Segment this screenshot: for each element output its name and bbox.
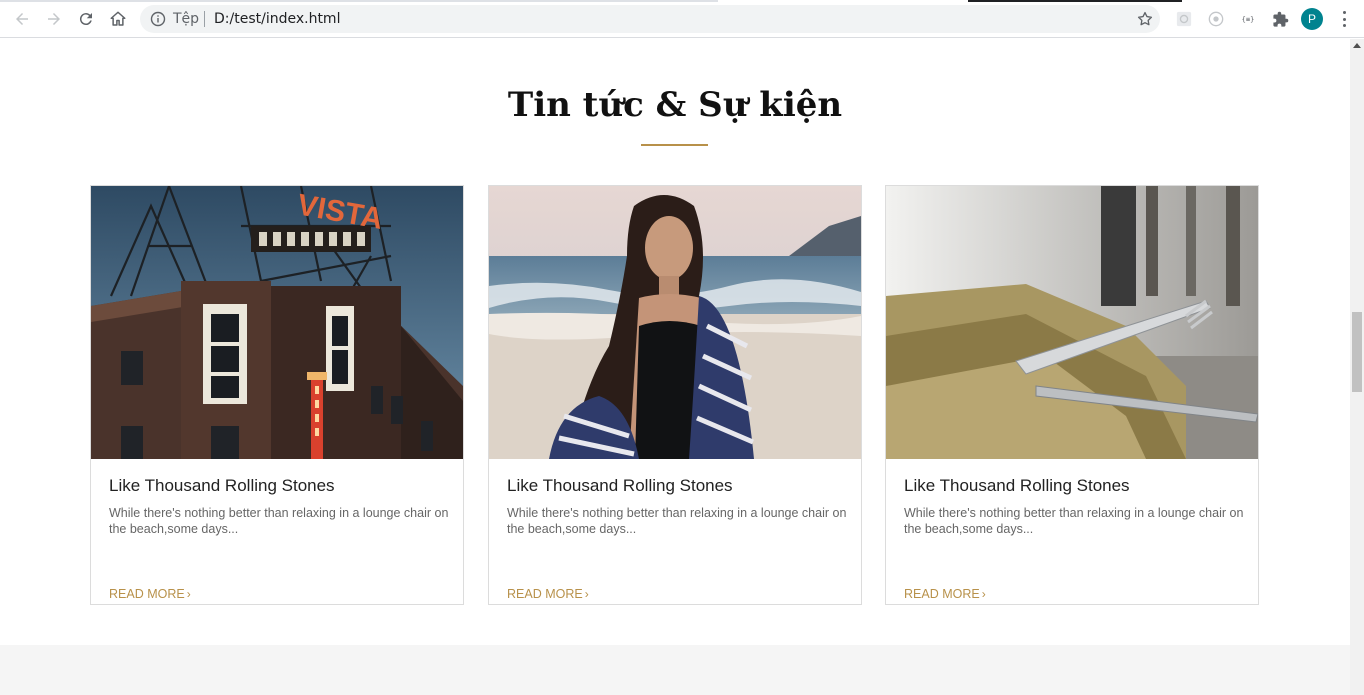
card-image-fork-napkin[interactable]	[886, 186, 1258, 459]
profile-initial: P	[1307, 12, 1316, 26]
tab-strip-edge	[0, 0, 1364, 2]
read-more-link[interactable]: READ MORE ›	[507, 587, 589, 601]
url-scheme-label: Tệp	[173, 11, 200, 27]
page-viewport: Tin tức & Sự kiện VISTA Like Thousand Ro…	[0, 39, 1350, 695]
title-underline	[641, 144, 708, 146]
url-separator	[204, 11, 205, 27]
bookmark-star-icon[interactable]	[1136, 10, 1154, 28]
arrow-right-icon	[48, 13, 60, 25]
url-text[interactable]: D:/test/index.html	[214, 11, 340, 27]
address-bar[interactable]: Tệp D:/test/index.html	[140, 5, 1160, 33]
scrollbar-thumb[interactable]	[1352, 312, 1362, 392]
card-title[interactable]: Like Thousand Rolling Stones	[904, 476, 1130, 496]
card-image-vista-hotel[interactable]: VISTA	[91, 186, 463, 459]
read-more-link[interactable]: READ MORE ›	[109, 587, 191, 601]
news-card: Like Thousand Rolling Stones While there…	[488, 185, 862, 605]
reload-icon	[79, 13, 92, 26]
news-card: VISTA Like Thousand Rolling Stones While…	[90, 185, 464, 605]
profile-avatar[interactable]: P	[1301, 8, 1323, 30]
arrow-left-icon	[16, 13, 28, 25]
reload-button[interactable]	[74, 7, 98, 31]
next-section-background	[0, 645, 1350, 695]
forward-button[interactable]	[42, 7, 66, 31]
read-more-link[interactable]: READ MORE ›	[904, 587, 986, 601]
page-scrollbar[interactable]	[1350, 39, 1364, 695]
json-viewer-extension-icon[interactable]: {≡}	[1239, 10, 1257, 28]
info-icon[interactable]	[150, 11, 166, 27]
scroll-up-arrow-icon[interactable]	[1353, 43, 1361, 48]
back-button[interactable]	[10, 7, 34, 31]
card-description: While there's nothing better than relaxi…	[109, 506, 449, 536]
card-title[interactable]: Like Thousand Rolling Stones	[109, 476, 335, 496]
section-title: Tin tức & Sự kiện	[507, 85, 843, 125]
read-more-label: READ MORE	[109, 587, 185, 601]
chevron-right-icon: ›	[981, 587, 986, 601]
read-more-label: READ MORE	[904, 587, 980, 601]
extension-1-icon[interactable]	[1175, 10, 1193, 28]
browser-menu-button[interactable]	[1336, 9, 1352, 29]
home-button[interactable]	[106, 7, 130, 31]
card-description: While there's nothing better than relaxi…	[904, 506, 1244, 536]
news-card: Like Thousand Rolling Stones While there…	[885, 185, 1259, 605]
chevron-right-icon: ›	[584, 587, 589, 601]
chevron-right-icon: ›	[186, 587, 191, 601]
card-description: While there's nothing better than relaxi…	[507, 506, 847, 536]
card-image-beach-woman[interactable]	[489, 186, 861, 459]
home-icon	[110, 11, 126, 26]
browser-toolbar: Tệp D:/test/index.html {≡} P	[0, 0, 1364, 38]
read-more-label: READ MORE	[507, 587, 583, 601]
extension-2-icon[interactable]	[1207, 10, 1225, 28]
card-title[interactable]: Like Thousand Rolling Stones	[507, 476, 733, 496]
svg-text:{≡}: {≡}	[1242, 15, 1255, 23]
extensions-puzzle-icon[interactable]	[1271, 10, 1289, 28]
